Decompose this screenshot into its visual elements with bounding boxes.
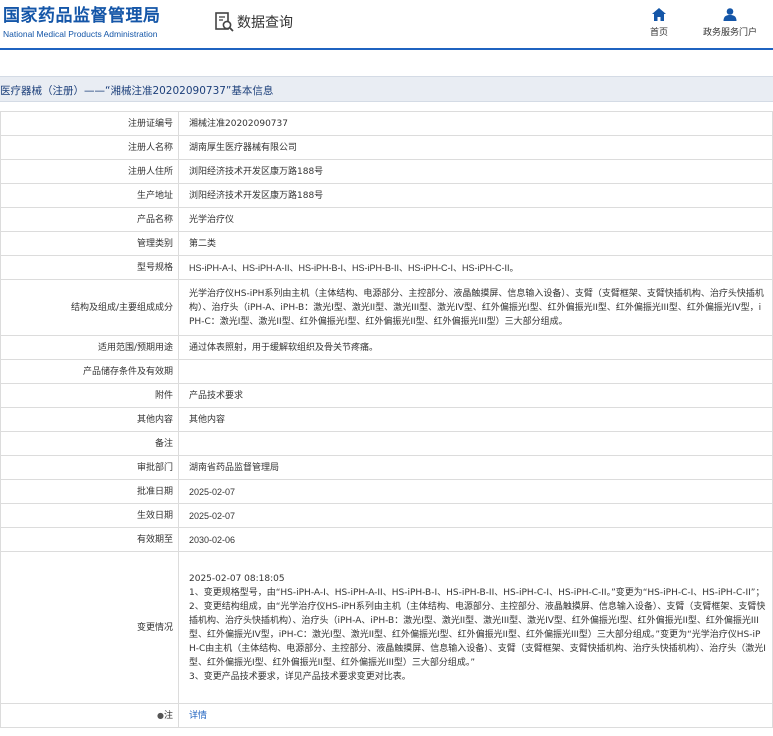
change-item: 2、变更结构组成，由“光学治疗仪HS-iPH系列由主机（主体结构、电源部分、主控… xyxy=(189,601,766,668)
table-row: 结构及组成/主要组成成分 光学治疗仪HS-iPH系列由主机（主体结构、电源部分、… xyxy=(0,279,773,336)
row-value: 2025-02-07 xyxy=(178,503,773,528)
change-item: 1、变更规格型号，由“HS-iPH-A-I、HS-iPH-A-II、HS-iPH… xyxy=(189,587,765,598)
row-value: 光学治疗仪 xyxy=(178,207,773,232)
row-label: 附件 xyxy=(0,383,179,408)
row-value: 其他内容 xyxy=(178,407,773,432)
table-row: 型号规格 HS-iPH-A-I、HS-iPH-A-II、HS-iPH-B-I、H… xyxy=(0,255,773,280)
site-header: 国家药品监督管理局 National Medical Products Admi… xyxy=(0,0,773,48)
table-row: 批准日期 2025-02-07 xyxy=(0,479,773,504)
row-value: 2025-02-07 xyxy=(178,479,773,504)
row-label: 有效期至 xyxy=(0,527,179,552)
row-label: 其他内容 xyxy=(0,407,179,432)
row-label: 结构及组成/主要组成成分 xyxy=(0,279,179,336)
row-value xyxy=(178,359,773,384)
logo-title-en: National Medical Products Administration xyxy=(3,29,158,39)
row-value: 湖南省药品监督管理局 xyxy=(178,455,773,480)
row-value: 光学治疗仪HS-iPH系列由主机（主体结构、电源部分、主控部分、液晶触摸屏、信息… xyxy=(178,279,773,336)
row-label: 审批部门 xyxy=(0,455,179,480)
header-divider xyxy=(0,48,773,50)
table-row: 其他内容 其他内容 xyxy=(0,407,773,432)
detail-table: 注册证编号 湘械注准20202090737 注册人名称 湖南厚生医疗器械有限公司… xyxy=(0,111,773,728)
row-value: 通过体表照射，用于缓解软组织及骨关节疼痛。 xyxy=(178,335,773,360)
row-label: 产品储存条件及有效期 xyxy=(0,359,179,384)
change-item: 3、变更产品技术要求，详见产品技术要求变更对比表。 xyxy=(189,671,411,682)
table-row: 有效期至 2030-02-06 xyxy=(0,527,773,552)
breadcrumb: 医疗器械（注册）——“湘械注准20202090737”基本信息 xyxy=(0,76,773,102)
table-row-note: ●注 详情 xyxy=(0,703,773,728)
document-search-icon xyxy=(215,12,234,32)
breadcrumb-text: 医疗器械（注册）——“湘械注准20202090737”基本信息 xyxy=(0,85,274,97)
table-row: 附件 产品技术要求 xyxy=(0,383,773,408)
table-row: 备注 xyxy=(0,431,773,456)
site-logo[interactable]: 国家药品监督管理局 National Medical Products Admi… xyxy=(3,5,161,40)
row-value: 产品技术要求 xyxy=(178,383,773,408)
section-title: 数据查询 xyxy=(237,15,293,31)
nav-home-label: 首页 xyxy=(649,28,668,38)
row-label: 注册人住所 xyxy=(0,159,179,184)
row-label: 变更情况 xyxy=(0,551,179,704)
note-label: ●注 xyxy=(0,703,179,728)
row-value: 湘械注准20202090737 xyxy=(178,111,773,136)
row-value: 浏阳经济技术开发区康万路188号 xyxy=(178,183,773,208)
row-value xyxy=(178,431,773,456)
row-label: 适用范围/预期用途 xyxy=(0,335,179,360)
table-row: 生产地址 浏阳经济技术开发区康万路188号 xyxy=(0,183,773,208)
row-label: 产品名称 xyxy=(0,207,179,232)
user-icon xyxy=(723,8,737,21)
details-link[interactable]: 详情 xyxy=(189,711,207,721)
row-label: 生产地址 xyxy=(0,183,179,208)
table-row: 注册证编号 湘械注准20202090737 xyxy=(0,111,773,136)
table-row-change-history: 变更情况 2025-02-07 08:18:05 1、变更规格型号，由“HS-i… xyxy=(0,551,773,704)
home-icon xyxy=(652,8,666,21)
row-label: 注册证编号 xyxy=(0,111,179,136)
row-value: 第二类 xyxy=(178,231,773,256)
table-row: 审批部门 湖南省药品监督管理局 xyxy=(0,455,773,480)
table-row: 产品名称 光学治疗仪 xyxy=(0,207,773,232)
note-star-icon: ● xyxy=(157,710,164,720)
row-value: HS-iPH-A-I、HS-iPH-A-II、HS-iPH-B-I、HS-iPH… xyxy=(178,255,773,280)
nav-home[interactable]: 首页 xyxy=(645,8,673,38)
data-query-title: 数据查询 xyxy=(213,11,293,33)
row-label: 生效日期 xyxy=(0,503,179,528)
row-label: 备注 xyxy=(0,431,179,456)
row-label: 型号规格 xyxy=(0,255,179,280)
row-value: 湖南厚生医疗器械有限公司 xyxy=(178,135,773,160)
row-label: 注册人名称 xyxy=(0,135,179,160)
change-history: 2025-02-07 08:18:05 1、变更规格型号，由“HS-iPH-A-… xyxy=(178,551,773,704)
row-value: 2030-02-06 xyxy=(178,527,773,552)
change-timestamp: 2025-02-07 08:18:05 xyxy=(189,573,285,584)
table-row: 注册人住所 浏阳经济技术开发区康万路188号 xyxy=(0,159,773,184)
logo-title-cn: 国家药品监督管理局 xyxy=(3,6,161,26)
table-row: 管理类别 第二类 xyxy=(0,231,773,256)
row-value: 浏阳经济技术开发区康万路188号 xyxy=(178,159,773,184)
table-row: 产品储存条件及有效期 xyxy=(0,359,773,384)
table-row: 生效日期 2025-02-07 xyxy=(0,503,773,528)
row-label: 管理类别 xyxy=(0,231,179,256)
row-label: 批准日期 xyxy=(0,479,179,504)
nav-service-portal[interactable]: 政务服务门户 xyxy=(698,8,762,38)
table-row: 适用范围/预期用途 通过体表照射，用于缓解软组织及骨关节疼痛。 xyxy=(0,335,773,360)
nav-portal-label: 政务服务门户 xyxy=(702,28,757,38)
table-row: 注册人名称 湖南厚生医疗器械有限公司 xyxy=(0,135,773,160)
